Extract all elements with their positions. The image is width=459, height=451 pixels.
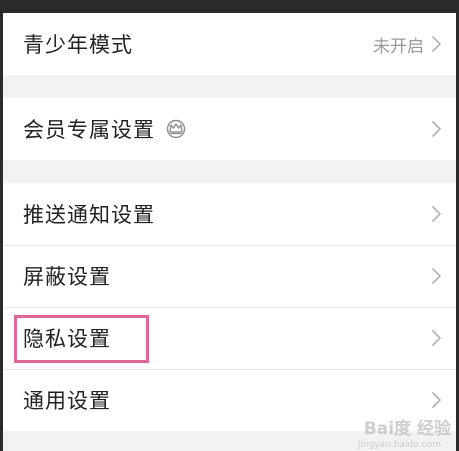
settings-group-member: 会员专属设置: [3, 98, 456, 160]
settings-group-teen: 青少年模式 未开启: [3, 13, 456, 75]
row-label: 推送通知设置: [23, 203, 155, 227]
settings-row-teen-mode[interactable]: 青少年模式 未开启: [3, 13, 456, 75]
watermark-url: jingyan.baidu.com: [357, 440, 441, 450]
chevron-right-icon: [432, 330, 441, 346]
settings-row-block[interactable]: 屏蔽设置: [3, 245, 456, 307]
teen-mode-status: 未开启: [373, 36, 424, 57]
row-label: 青少年模式: [23, 33, 133, 57]
crown-icon: [166, 119, 186, 139]
row-label: 屏蔽设置: [23, 265, 111, 289]
watermark-logo: Bai度 经验: [363, 419, 451, 439]
settings-row-member[interactable]: 会员专属设置: [3, 98, 456, 160]
chevron-right-icon: [432, 392, 441, 408]
chevron-right-icon: [432, 206, 441, 222]
row-label: 会员专属设置: [23, 118, 155, 142]
chevron-right-icon: [432, 36, 441, 52]
top-dark-bar: [0, 0, 459, 13]
row-label: 隐私设置: [23, 327, 111, 351]
settings-row-push-notification[interactable]: 推送通知设置: [3, 183, 456, 245]
settings-group-general: 推送通知设置 屏蔽设置 隐私设置 通用设置: [3, 183, 456, 431]
chevron-right-icon: [432, 268, 441, 284]
settings-row-privacy[interactable]: 隐私设置: [3, 307, 456, 369]
row-label: 通用设置: [23, 389, 111, 413]
chevron-right-icon: [432, 121, 441, 137]
